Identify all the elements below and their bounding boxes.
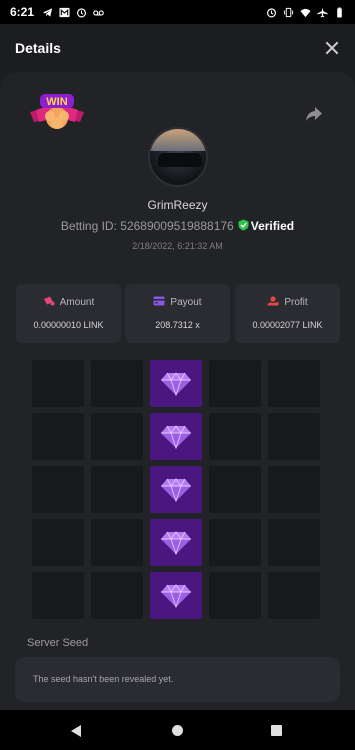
betting-id-value: 52689009519888176 [120, 219, 234, 233]
grid-tile-gem [150, 519, 202, 566]
stat-payout: Payout 208.7312 x [125, 284, 230, 343]
grid-tile [32, 413, 84, 460]
win-badge-icon: WIN [30, 94, 84, 129]
grid-tile-gem [150, 466, 202, 513]
share-icon[interactable] [305, 106, 323, 122]
grid-tile [268, 466, 320, 513]
grid-tile [209, 519, 261, 566]
grid-tile [91, 413, 143, 460]
alarm-icon [76, 7, 87, 17]
username: GrimReezy [147, 198, 208, 212]
grid-tile [32, 466, 84, 513]
bet-date: 2/18/2022, 6:21:32 AM [132, 241, 223, 251]
gem-icon [161, 477, 191, 502]
grid-tile [91, 519, 143, 566]
server-seed-box: The seed hasn't been revealed yet. [15, 657, 340, 702]
battery-icon [337, 6, 342, 18]
stat-label: Payout [170, 297, 202, 308]
stat-value: 208.7312 x [155, 320, 200, 330]
grid-tile-gem [150, 413, 202, 460]
gem-icon [161, 424, 191, 449]
stat-label: Amount [59, 297, 95, 308]
grid-tile [268, 360, 320, 407]
recents-icon[interactable] [271, 725, 282, 736]
grid-tile [268, 572, 320, 619]
stat-profit: Profit 0.00002077 LINK [235, 284, 340, 343]
grid-tile [91, 466, 143, 513]
stat-amount: Amount 0.00000010 LINK [16, 284, 121, 343]
coin-hand-icon [267, 296, 279, 306]
betting-id-row: Betting ID: 52689009519888176 Verified [0, 219, 355, 233]
grid-tile [32, 360, 84, 407]
grid-tile [209, 360, 261, 407]
gem-icon [161, 371, 191, 396]
server-seed-message: The seed hasn't been revealed yet. [33, 674, 174, 684]
stat-label: Profit [284, 297, 308, 308]
voicemail-icon [93, 9, 104, 16]
card-icon [153, 296, 165, 306]
avatar [148, 127, 208, 187]
details-header: Details [0, 24, 355, 72]
verified-shield-icon [238, 219, 249, 231]
grid-tile-gem [150, 360, 202, 407]
win-badge-label: WIN [46, 96, 67, 108]
grid-tile [91, 360, 143, 407]
wifi-icon [300, 8, 311, 17]
telegram-icon [42, 7, 53, 17]
close-icon[interactable] [324, 40, 340, 56]
grid-tile [209, 413, 261, 460]
stat-value: 0.00000010 LINK [33, 320, 104, 330]
grid-tile [268, 519, 320, 566]
mines-grid [32, 360, 322, 620]
vibrate-icon [283, 7, 294, 17]
grid-tile [209, 466, 261, 513]
back-icon[interactable] [71, 725, 81, 737]
m-app-icon [59, 7, 70, 17]
grid-tile [32, 572, 84, 619]
stat-value: 0.00002077 LINK [252, 320, 323, 330]
status-bar: 6:21 [0, 0, 355, 24]
home-icon[interactable] [172, 725, 183, 736]
status-time: 6:21 [10, 5, 35, 19]
coins-icon [43, 296, 55, 306]
verified-label: Verified [250, 219, 295, 233]
grid-tile-gem [150, 572, 202, 619]
system-nav-bar [0, 710, 355, 750]
page-title: Details [15, 40, 61, 56]
betting-id-label: Betting ID: [60, 219, 117, 233]
gem-icon [161, 530, 191, 555]
server-seed-label: Server Seed [27, 637, 89, 649]
gem-icon [161, 583, 191, 608]
grid-tile [32, 519, 84, 566]
alarm-icon [266, 7, 277, 17]
airplane-icon [317, 6, 328, 17]
grid-tile [91, 572, 143, 619]
grid-tile [268, 413, 320, 460]
grid-tile [209, 572, 261, 619]
